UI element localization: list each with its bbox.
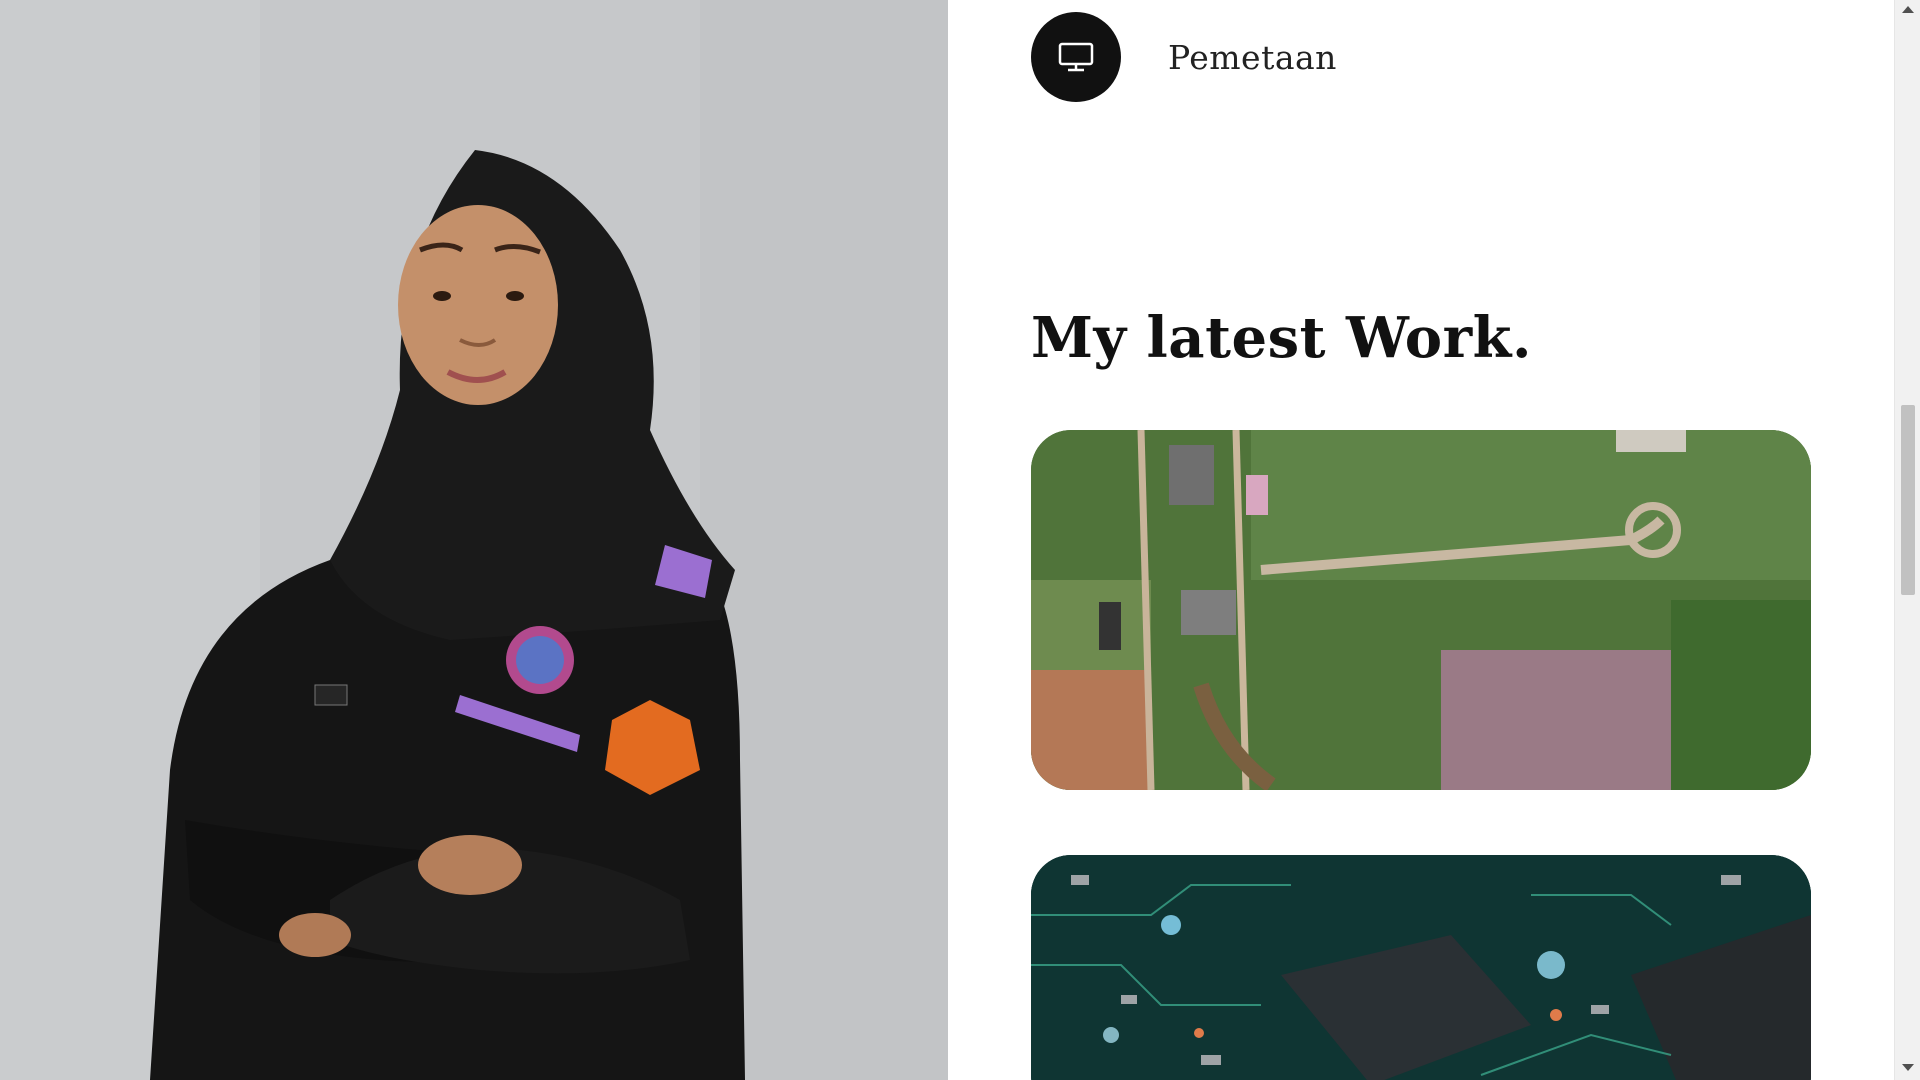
portfolio-item-aerial-map[interactable] <box>1031 430 1811 790</box>
monitor-icon <box>1031 12 1121 102</box>
service-item: Pemetaan <box>1031 12 1337 102</box>
portrait-illustration <box>0 0 948 1080</box>
scroll-thumb[interactable] <box>1901 405 1915 595</box>
main-content: Pemetaan My latest Work. <box>948 0 1894 1080</box>
service-label: Pemetaan <box>1168 37 1337 77</box>
scroll-down-arrow-icon[interactable] <box>1902 1064 1914 1071</box>
profile-portrait-photo <box>0 0 948 1080</box>
portfolio-title: My latest Work. <box>1031 305 1532 371</box>
circuit-board-photo <box>1031 855 1811 1080</box>
portfolio-item-circuit-board[interactable] <box>1031 855 1811 1080</box>
page: Pemetaan My latest Work. <box>0 0 1920 1080</box>
page-scrollbar[interactable] <box>1894 0 1920 1080</box>
aerial-map-photo <box>1031 430 1811 790</box>
scroll-up-arrow-icon[interactable] <box>1902 6 1914 13</box>
